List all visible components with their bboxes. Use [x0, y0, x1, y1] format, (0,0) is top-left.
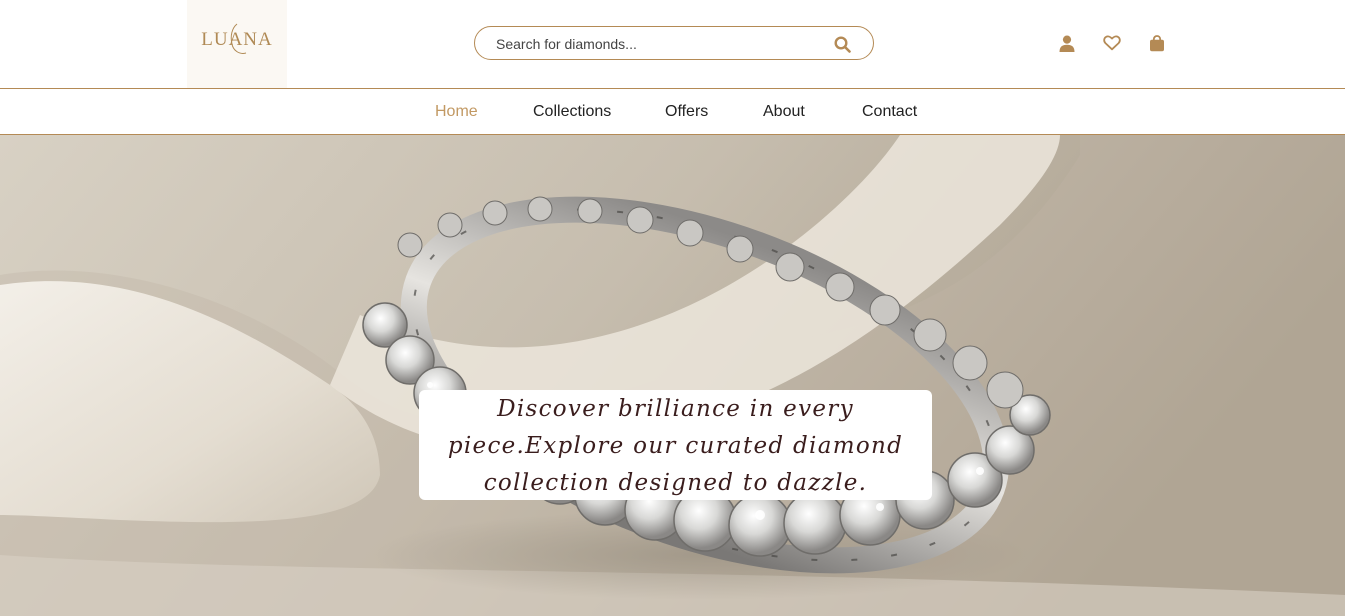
main-nav: Home Collections Offers About Contact	[0, 88, 1345, 135]
hero-caption-text: Discover brilliance in every piece.Explo…	[447, 396, 904, 496]
shopping-bag-icon	[1150, 34, 1164, 51]
nav-item-collections[interactable]: Collections	[533, 103, 611, 121]
nav-item-contact[interactable]: Contact	[862, 103, 917, 121]
hero-caption-box: Discover brilliance in every piece.Explo…	[419, 390, 932, 500]
search-input[interactable]	[496, 34, 816, 54]
logo-text: LUANA	[201, 29, 273, 50]
heart-icon	[1103, 35, 1121, 51]
search-bar	[474, 26, 874, 60]
wishlist-button[interactable]	[1102, 33, 1122, 53]
account-button[interactable]	[1057, 33, 1077, 53]
site-header: LUANA	[0, 0, 1345, 88]
search-button[interactable]	[831, 34, 853, 54]
cart-button[interactable]	[1147, 33, 1167, 53]
nav-item-home[interactable]: Home	[435, 103, 478, 121]
hero-ring-image	[0, 135, 1345, 616]
nav-item-about[interactable]: About	[763, 103, 805, 121]
hero-banner: Discover brilliance in every piece.Explo…	[0, 135, 1345, 616]
logo[interactable]: LUANA	[187, 0, 287, 88]
user-icon	[1059, 35, 1075, 52]
nav-item-offers[interactable]: Offers	[665, 103, 708, 121]
search-icon	[833, 35, 851, 53]
